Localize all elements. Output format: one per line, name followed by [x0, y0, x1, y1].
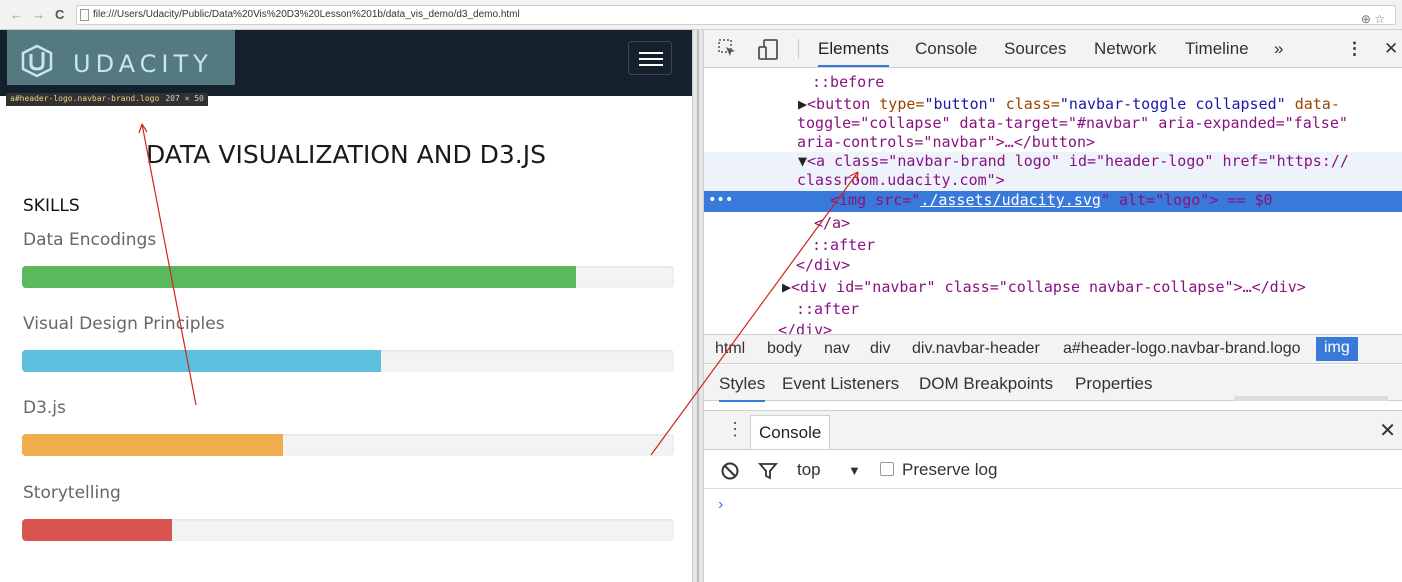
- udacity-logo-icon[interactable]: [20, 44, 54, 78]
- skills-heading: SKILLS: [23, 196, 80, 216]
- dom-node-continued: classroom.udacity.com">: [797, 171, 1005, 189]
- devtools-toolbar: Elements Console Sources Network Timelin…: [704, 30, 1402, 68]
- address-bar[interactable]: file:///Users/Udacity/Public/Data%20Vis%…: [76, 5, 1396, 26]
- dom-node-continued: toggle="collapse" data-target="#navbar" …: [797, 114, 1348, 132]
- dom-node[interactable]: ::after: [796, 300, 859, 319]
- brand-name[interactable]: UDACITY: [73, 50, 213, 78]
- dom-node[interactable]: ▶<button type="button" class="navbar-tog…: [798, 95, 1340, 114]
- breadcrumb-item[interactable]: html: [715, 340, 745, 358]
- console-toolbar: top ▼ Preserve log: [704, 451, 1402, 489]
- tab-styles[interactable]: Styles: [719, 374, 766, 402]
- dom-node[interactable]: ▶<div id="navbar" class="collapse navbar…: [782, 278, 1306, 297]
- close-icon[interactable]: ✕: [1379, 418, 1396, 443]
- address-url[interactable]: file:///Users/Udacity/Public/Data%20Vis%…: [93, 9, 520, 20]
- skill-label: Visual Design Principles: [23, 314, 225, 334]
- dom-node[interactable]: ▼<a class="navbar-brand logo" id="header…: [798, 152, 1349, 171]
- skill-progress-fill: [22, 519, 172, 541]
- inspect-element-icon[interactable]: [718, 39, 738, 59]
- skill-label: Storytelling: [23, 483, 121, 503]
- reload-button[interactable]: C: [55, 7, 64, 22]
- tab-elements[interactable]: Elements: [818, 39, 889, 67]
- preserve-log-checkbox[interactable]: [880, 462, 894, 476]
- drawer-toolbar: ⋮ Console ✕: [704, 410, 1402, 450]
- magnifier-icon[interactable]: ⊕: [1361, 12, 1371, 26]
- breadcrumb: html body nav div div.navbar-header a#he…: [704, 334, 1402, 364]
- element-inspect-tooltip: a#header-logo.navbar-brand.logo 207 × 50: [6, 93, 208, 106]
- dom-node-continued: aria-controls="navbar">…</button>: [797, 133, 1096, 151]
- tab-timeline[interactable]: Timeline: [1185, 39, 1249, 59]
- expand-arrow-icon[interactable]: ▶: [798, 95, 807, 113]
- tab-network[interactable]: Network: [1094, 39, 1156, 59]
- dom-node[interactable]: </div>: [778, 321, 832, 334]
- context-select[interactable]: top: [797, 460, 821, 480]
- clear-console-icon[interactable]: [720, 461, 740, 481]
- dom-node[interactable]: ::after: [812, 236, 875, 255]
- breadcrumb-item-active[interactable]: img: [1316, 337, 1358, 361]
- back-button[interactable]: ←: [10, 7, 23, 22]
- tab-dom-breakpoints[interactable]: DOM Breakpoints: [919, 374, 1053, 394]
- skill-label: Data Encodings: [23, 230, 157, 250]
- more-tabs-icon[interactable]: »: [1274, 39, 1283, 59]
- skill-progress-bar: [22, 434, 674, 456]
- chevron-down-icon[interactable]: ▼: [848, 463, 861, 478]
- collapse-arrow-icon[interactable]: ▼: [798, 152, 807, 170]
- scrollbar[interactable]: [1234, 396, 1388, 401]
- forward-button[interactable]: →: [32, 7, 45, 22]
- breadcrumb-item[interactable]: body: [767, 340, 802, 358]
- address-actions: ⊕ ☆: [1361, 12, 1385, 26]
- page-icon: [80, 9, 89, 21]
- customize-menu-icon[interactable]: ⋮: [1346, 39, 1363, 59]
- page-title: DATA VISUALIZATION AND D3.JS: [146, 140, 546, 169]
- skill-progress-fill: [22, 434, 283, 456]
- hamburger-icon: [639, 52, 663, 54]
- tab-sources[interactable]: Sources: [1004, 39, 1066, 59]
- browser-toolbar: ← → C file:///Users/Udacity/Public/Data%…: [0, 0, 1402, 30]
- tab-properties[interactable]: Properties: [1075, 374, 1152, 394]
- dom-tree: ::before ▶<button type="button" class="n…: [704, 68, 1402, 334]
- web-page: UDACITY a#header-logo.navbar-brand.logo 2…: [0, 30, 692, 582]
- tab-event-listeners[interactable]: Event Listeners: [782, 374, 899, 394]
- breadcrumb-item[interactable]: div: [870, 340, 890, 358]
- breadcrumb-item[interactable]: a#header-logo.navbar-brand.logo: [1063, 340, 1301, 358]
- breadcrumb-item[interactable]: nav: [824, 340, 850, 358]
- device-toolbar-icon[interactable]: [758, 39, 780, 61]
- breadcrumb-item[interactable]: div.navbar-header: [912, 340, 1040, 358]
- expand-arrow-icon[interactable]: ▶: [782, 278, 791, 296]
- console-prompt[interactable]: ›: [718, 496, 723, 514]
- dom-node[interactable]: </div>: [796, 256, 850, 275]
- preserve-log-label: Preserve log: [902, 460, 998, 479]
- skill-progress-fill: [22, 350, 381, 372]
- dom-node[interactable]: ::before: [812, 73, 884, 92]
- sidebar-tabs: Styles Event Listeners DOM Breakpoints P…: [704, 365, 1402, 402]
- skill-progress-bar: [22, 350, 674, 372]
- filter-icon[interactable]: [758, 461, 778, 481]
- devtools-panel: Elements Console Sources Network Timelin…: [704, 30, 1402, 582]
- panel-splitter[interactable]: [692, 30, 704, 582]
- skill-progress-bar: [22, 519, 674, 541]
- tab-console[interactable]: Console: [915, 39, 977, 59]
- node-actions-icon[interactable]: •••: [708, 191, 733, 210]
- menu-toggle-button[interactable]: [628, 41, 672, 75]
- close-icon[interactable]: ✕: [1384, 39, 1398, 59]
- star-icon[interactable]: ☆: [1374, 12, 1385, 26]
- skill-progress-bar: [22, 266, 674, 288]
- skill-label: D3.js: [23, 398, 66, 418]
- skill-progress-fill: [22, 266, 577, 288]
- navbar: UDACITY: [0, 30, 692, 96]
- drawer-menu-icon[interactable]: ⋮: [726, 419, 744, 440]
- dom-node[interactable]: </a>: [814, 214, 850, 233]
- dom-node-img[interactable]: <img src="./assets/udacity.svg" alt="log…: [830, 191, 1273, 210]
- tab-console-drawer[interactable]: Console: [750, 415, 831, 449]
